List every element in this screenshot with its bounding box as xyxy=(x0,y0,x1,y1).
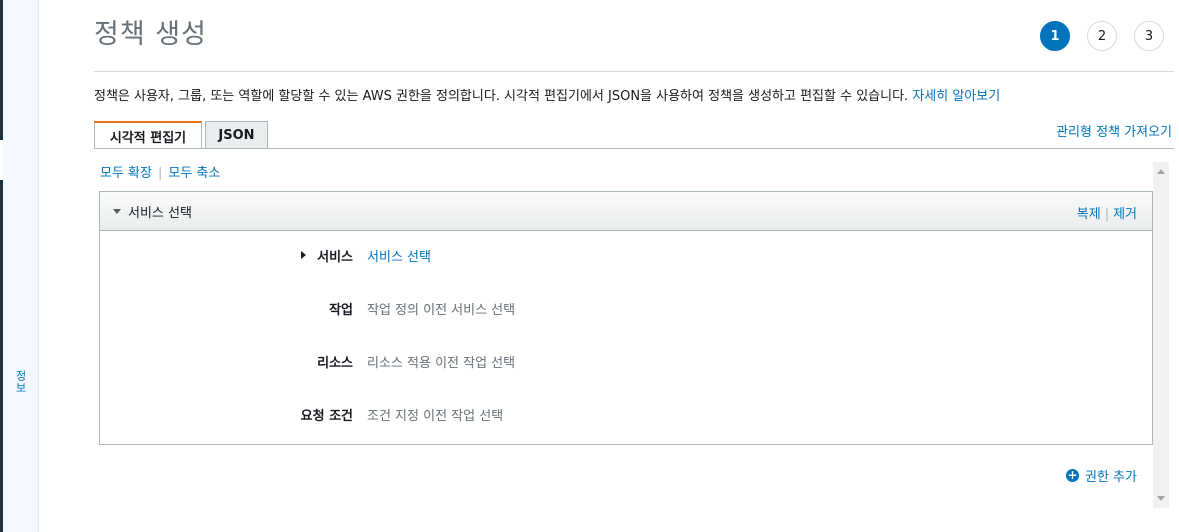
page-title: 정책 생성 xyxy=(94,19,207,50)
clone-link[interactable]: 복제 xyxy=(1077,207,1101,222)
tab-json[interactable]: JSON xyxy=(205,121,268,148)
row-label-service[interactable]: 서비스 xyxy=(317,246,353,265)
remove-link[interactable]: 제거 xyxy=(1113,207,1137,222)
learn-more-link[interactable]: 자세히 알아보기 xyxy=(912,89,1000,104)
expand-all-link[interactable]: 모두 확장 xyxy=(100,166,152,181)
step-1: 1 xyxy=(1040,21,1070,51)
tab-visual-editor[interactable]: 시각적 편집기 xyxy=(94,121,202,149)
panel-title[interactable]: 서비스 선택 xyxy=(128,202,192,221)
service-select-link[interactable]: 서비스 선택 xyxy=(367,246,431,265)
row-value-resources: 리소스 적용 이전 작업 선택 xyxy=(367,356,516,371)
row-value-request-conditions: 조건 지정 이전 작업 선택 xyxy=(367,409,504,424)
expand-separator: | xyxy=(157,166,163,181)
panel-header[interactable]: 서비스 선택 복제 | 제거 xyxy=(100,192,1152,231)
add-permission-label: 권한 추가 xyxy=(1085,470,1137,485)
service-expand-caret-icon[interactable] xyxy=(301,251,306,259)
import-managed-policy-link[interactable]: 관리형 정책 가져오기 xyxy=(1056,121,1172,140)
plus-circle-icon: + xyxy=(1066,468,1079,482)
scroll-down-arrow-icon[interactable] xyxy=(1157,496,1165,501)
panel-actions: 복제 | 제거 xyxy=(1077,203,1137,222)
help-rail-label[interactable]: 정보 xyxy=(14,370,28,394)
actions-separator: | xyxy=(1104,207,1110,222)
step-3: 3 xyxy=(1134,21,1164,51)
step-2: 2 xyxy=(1087,21,1117,51)
row-label-actions: 작업 xyxy=(329,303,353,318)
collapse-all-link[interactable]: 모두 축소 xyxy=(168,166,220,181)
description-text: 정책은 사용자, 그룹, 또는 역할에 할당할 수 있는 AWS 권한을 정의합… xyxy=(94,89,913,104)
scroll-up-arrow-icon[interactable] xyxy=(1157,169,1165,174)
row-label-request-conditions: 요청 조건 xyxy=(300,409,353,424)
tab-divider xyxy=(94,148,1174,149)
title-divider xyxy=(94,71,1174,72)
vertical-scrollbar[interactable] xyxy=(1153,162,1169,508)
row-value-actions: 작업 정의 이전 서비스 선택 xyxy=(367,303,516,318)
expand-collapse-controls: 모두 확장 | 모두 축소 xyxy=(100,162,220,181)
collapse-caret-icon[interactable] xyxy=(113,209,121,214)
permission-panel: 서비스 선택 복제 | 제거 서비스 서비스 선택 작업 작업 정의 이전 서비스 … xyxy=(99,191,1153,445)
row-label-resources: 리소스 xyxy=(317,356,353,371)
help-rail[interactable]: 정보 xyxy=(3,0,39,532)
add-permission-button[interactable]: + 권한 추가 xyxy=(1066,466,1137,485)
page-description: 정책은 사용자, 그룹, 또는 역할에 할당할 수 있는 AWS 권한을 정의합… xyxy=(94,85,1000,104)
